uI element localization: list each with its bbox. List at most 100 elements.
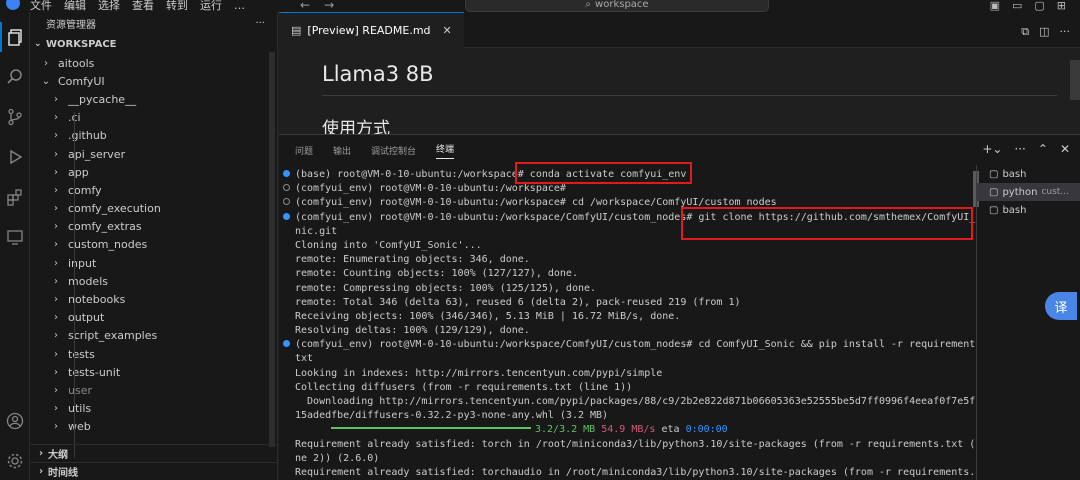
command-status-dot-icon[interactable] (283, 212, 290, 220)
tree-item-label: tests (68, 347, 95, 361)
customize-layout-icon[interactable]: ⊞ (1057, 0, 1066, 12)
tree-item[interactable]: › comfy (30, 181, 277, 199)
terminal-label: python (1002, 186, 1038, 198)
toggle-panel-icon[interactable]: ▭ (1012, 0, 1022, 12)
more-actions-icon[interactable]: ··· (1014, 142, 1025, 156)
more-actions-icon[interactable]: ··· (1060, 25, 1071, 39)
new-terminal-icon[interactable]: +⌄ (982, 142, 1002, 156)
tree-item[interactable]: › comfy_extras (30, 218, 277, 236)
timeline-section-header[interactable]: › 时间线 (30, 462, 278, 480)
tree-item-label: web (68, 420, 91, 434)
chevron-right-icon: › (54, 384, 58, 396)
tab-problems[interactable]: 问题 (295, 144, 313, 157)
menu-file[interactable]: 文件 (30, 0, 52, 12)
terminal-line: remote: Enumerating objects: 346, done. (283, 253, 976, 267)
back-arrow-icon[interactable]: ← (300, 0, 324, 12)
toggle-primary-sidebar-icon[interactable]: ▣ (990, 0, 1000, 12)
outline-section-header[interactable]: › 大纲 (30, 444, 278, 462)
nav-arrows: ←→ (300, 0, 348, 12)
tree-item[interactable]: › custom_nodes (30, 236, 277, 254)
menu-edit[interactable]: 编辑 (64, 0, 86, 12)
terminal-icon: ▢ (989, 204, 999, 216)
account-icon[interactable] (0, 406, 30, 436)
terminal-label: bash (1002, 204, 1027, 216)
command-status-dot-icon[interactable] (283, 184, 290, 192)
sidebar-scrollbar[interactable] (269, 52, 275, 447)
terminal-item[interactable]: ▢ python cust... (977, 183, 1080, 201)
terminal-item[interactable]: ▢ bash (977, 201, 1080, 219)
menu-go[interactable]: 转到 (166, 0, 188, 12)
terminal-line-text: Looking in indexes: http://mirrors.tence… (295, 367, 663, 379)
tree-item[interactable]: › utils (30, 400, 277, 418)
tab-label: [Preview] README.md (307, 23, 431, 37)
menu-selection[interactable]: 选择 (98, 0, 120, 12)
translate-button[interactable]: 译 (1045, 292, 1077, 320)
maximize-panel-icon[interactable]: ⌃ (1038, 142, 1048, 156)
chevron-right-icon: › (54, 312, 58, 324)
panel-tabs: 问题 输出 调试控制台 终端 (279, 135, 1080, 165)
chevron-right-icon: › (38, 466, 44, 477)
tree-item[interactable]: › input (30, 254, 277, 272)
command-status-dot-icon[interactable] (283, 340, 290, 348)
tree-item[interactable]: › .github (30, 127, 277, 145)
tree-item[interactable]: › aitools (30, 54, 277, 72)
tree-item[interactable]: › notebooks (30, 290, 277, 308)
progress-eta: 0:00:00 (685, 424, 728, 436)
tree-item[interactable]: › tests-unit (30, 363, 277, 381)
tree-item[interactable]: › __pycache__ (30, 90, 277, 108)
tab-terminal[interactable]: 终端 (436, 142, 455, 159)
chevron-down-icon: ⌄ (34, 39, 42, 49)
heading-rule (322, 95, 1057, 96)
run-debug-icon[interactable] (0, 142, 30, 172)
tree-item[interactable]: › user (30, 381, 277, 399)
tree-item[interactable]: ⌄ ComfyUI (30, 72, 277, 90)
split-editor-icon[interactable]: ◫ (1039, 25, 1049, 39)
tab-debug-console[interactable]: 调试控制台 (371, 144, 416, 157)
panel-actions: +⌄ ··· ⌃ ✕ (982, 142, 1070, 156)
explorer-more-icon[interactable]: ··· (255, 18, 265, 29)
extensions-icon[interactable] (0, 182, 30, 212)
tree-item[interactable]: › models (30, 272, 277, 290)
tab-output[interactable]: 输出 (333, 144, 351, 157)
preview-heading-1: Llama3 8B (322, 62, 434, 86)
settings-gear-icon[interactable] (0, 446, 30, 476)
tree-item[interactable]: › script_examples (30, 327, 277, 345)
tab-readme-preview[interactable]: ▤ [Preview] README.md ✕ (279, 11, 464, 48)
tree-item[interactable]: › web (30, 418, 277, 436)
chevron-right-icon: › (54, 166, 58, 178)
terminal-item[interactable]: ▢ bash (977, 165, 1080, 183)
search-icon[interactable] (0, 62, 30, 92)
command-center-search[interactable]: ⌕ workspace (465, 0, 769, 12)
tree-item[interactable]: › comfy_execution (30, 200, 277, 218)
terminal-line-text: (comfyui_env) root@VM-0-10-ubuntu:/works… (295, 339, 976, 351)
remote-explorer-icon[interactable] (0, 222, 30, 252)
tree-item-label: api_server (68, 147, 126, 161)
close-panel-icon[interactable]: ✕ (1060, 142, 1070, 156)
explorer-icon[interactable] (0, 22, 30, 52)
workspace-section-header[interactable]: ⌄ WORKSPACE (30, 34, 277, 54)
command-status-dot-icon[interactable] (283, 170, 290, 177)
tree-item[interactable]: ›.ci (30, 109, 277, 127)
tree-item[interactable]: › api_server (30, 145, 277, 163)
tree-item[interactable]: › output (30, 309, 277, 327)
source-control-icon[interactable] (0, 102, 30, 132)
tree-item[interactable]: › app (30, 163, 277, 181)
menu-view[interactable]: 查看 (132, 0, 154, 12)
tree-item-label: custom_nodes (68, 238, 148, 252)
close-icon[interactable]: ✕ (443, 24, 452, 37)
open-source-icon[interactable]: ⧉ (1021, 25, 1029, 39)
terminal-line: txt (283, 352, 976, 366)
terminal-line: 15adedfbe/diffusers-0.32.2-py3-none-any.… (283, 409, 976, 423)
forward-arrow-icon[interactable]: → (324, 0, 348, 12)
progress-eta-label: eta (661, 424, 680, 436)
menu-run[interactable]: 运行 (200, 0, 222, 12)
menu-more[interactable]: … (234, 0, 245, 12)
terminal-line: (comfyui_env) root@VM-0-10-ubuntu:/works… (283, 182, 976, 196)
command-status-dot-icon[interactable] (283, 198, 290, 206)
terminal-line: Cloning into 'ComfyUI_Sonic'... (283, 239, 976, 253)
terminal-line-text: 15adedfbe/diffusers-0.32.2-py3-none-any.… (295, 410, 609, 422)
editor-scrollbar[interactable] (1070, 60, 1080, 100)
tree-item[interactable]: › tests (30, 345, 277, 363)
terminal-line: remote: Total 346 (delta 63), reused 6 (… (283, 296, 976, 310)
toggle-secondary-sidebar-icon[interactable]: ▢ (1034, 0, 1044, 12)
